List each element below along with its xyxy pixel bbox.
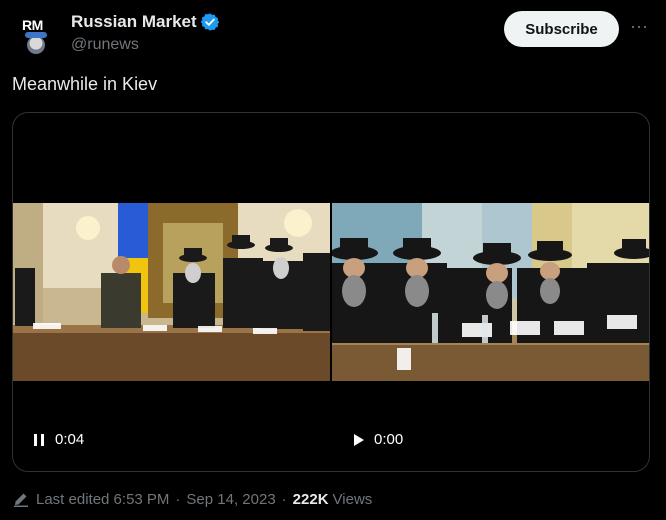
subscribe-button[interactable]: Subscribe: [504, 11, 619, 47]
tweet-footer: Last edited 6:53 PM · Sep 14, 2023 · 222…: [12, 490, 372, 508]
pause-icon[interactable]: [31, 432, 47, 448]
video-2-controls: 0:00: [350, 431, 403, 448]
author-avatar[interactable]: RM: [12, 12, 58, 58]
footer-separator-2: ·: [281, 490, 287, 508]
author-handle[interactable]: @runews: [71, 36, 139, 54]
video-player-1[interactable]: [13, 203, 330, 381]
avatar-bear-icon: [25, 32, 47, 54]
video-1-controls: 0:04: [31, 431, 84, 448]
footer-separator-1: ·: [175, 490, 181, 508]
video-player-2[interactable]: [332, 203, 649, 381]
last-edited-label[interactable]: Last edited 6:53 PM: [36, 491, 169, 508]
video-2-timestamp: 0:00: [374, 431, 404, 448]
verified-badge-icon: [200, 13, 220, 31]
tweet-date[interactable]: Sep 14, 2023: [186, 491, 275, 508]
views-label: Views: [332, 490, 373, 508]
play-icon[interactable]: [350, 432, 366, 448]
media-container: 0:04 0:00: [12, 112, 650, 472]
video-1-thumbnail: [13, 203, 330, 381]
video-2-thumbnail: [332, 203, 649, 381]
tweet-text: Meanwhile in Kiev: [12, 74, 158, 94]
more-options-icon[interactable]: ···: [628, 17, 650, 39]
author-name[interactable]: Russian Market: [71, 12, 197, 32]
views-count: 222K: [292, 490, 329, 508]
avatar-logo-text: RM: [22, 17, 43, 33]
pencil-edit-icon: [14, 493, 28, 507]
video-1-timestamp: 0:04: [55, 431, 85, 448]
